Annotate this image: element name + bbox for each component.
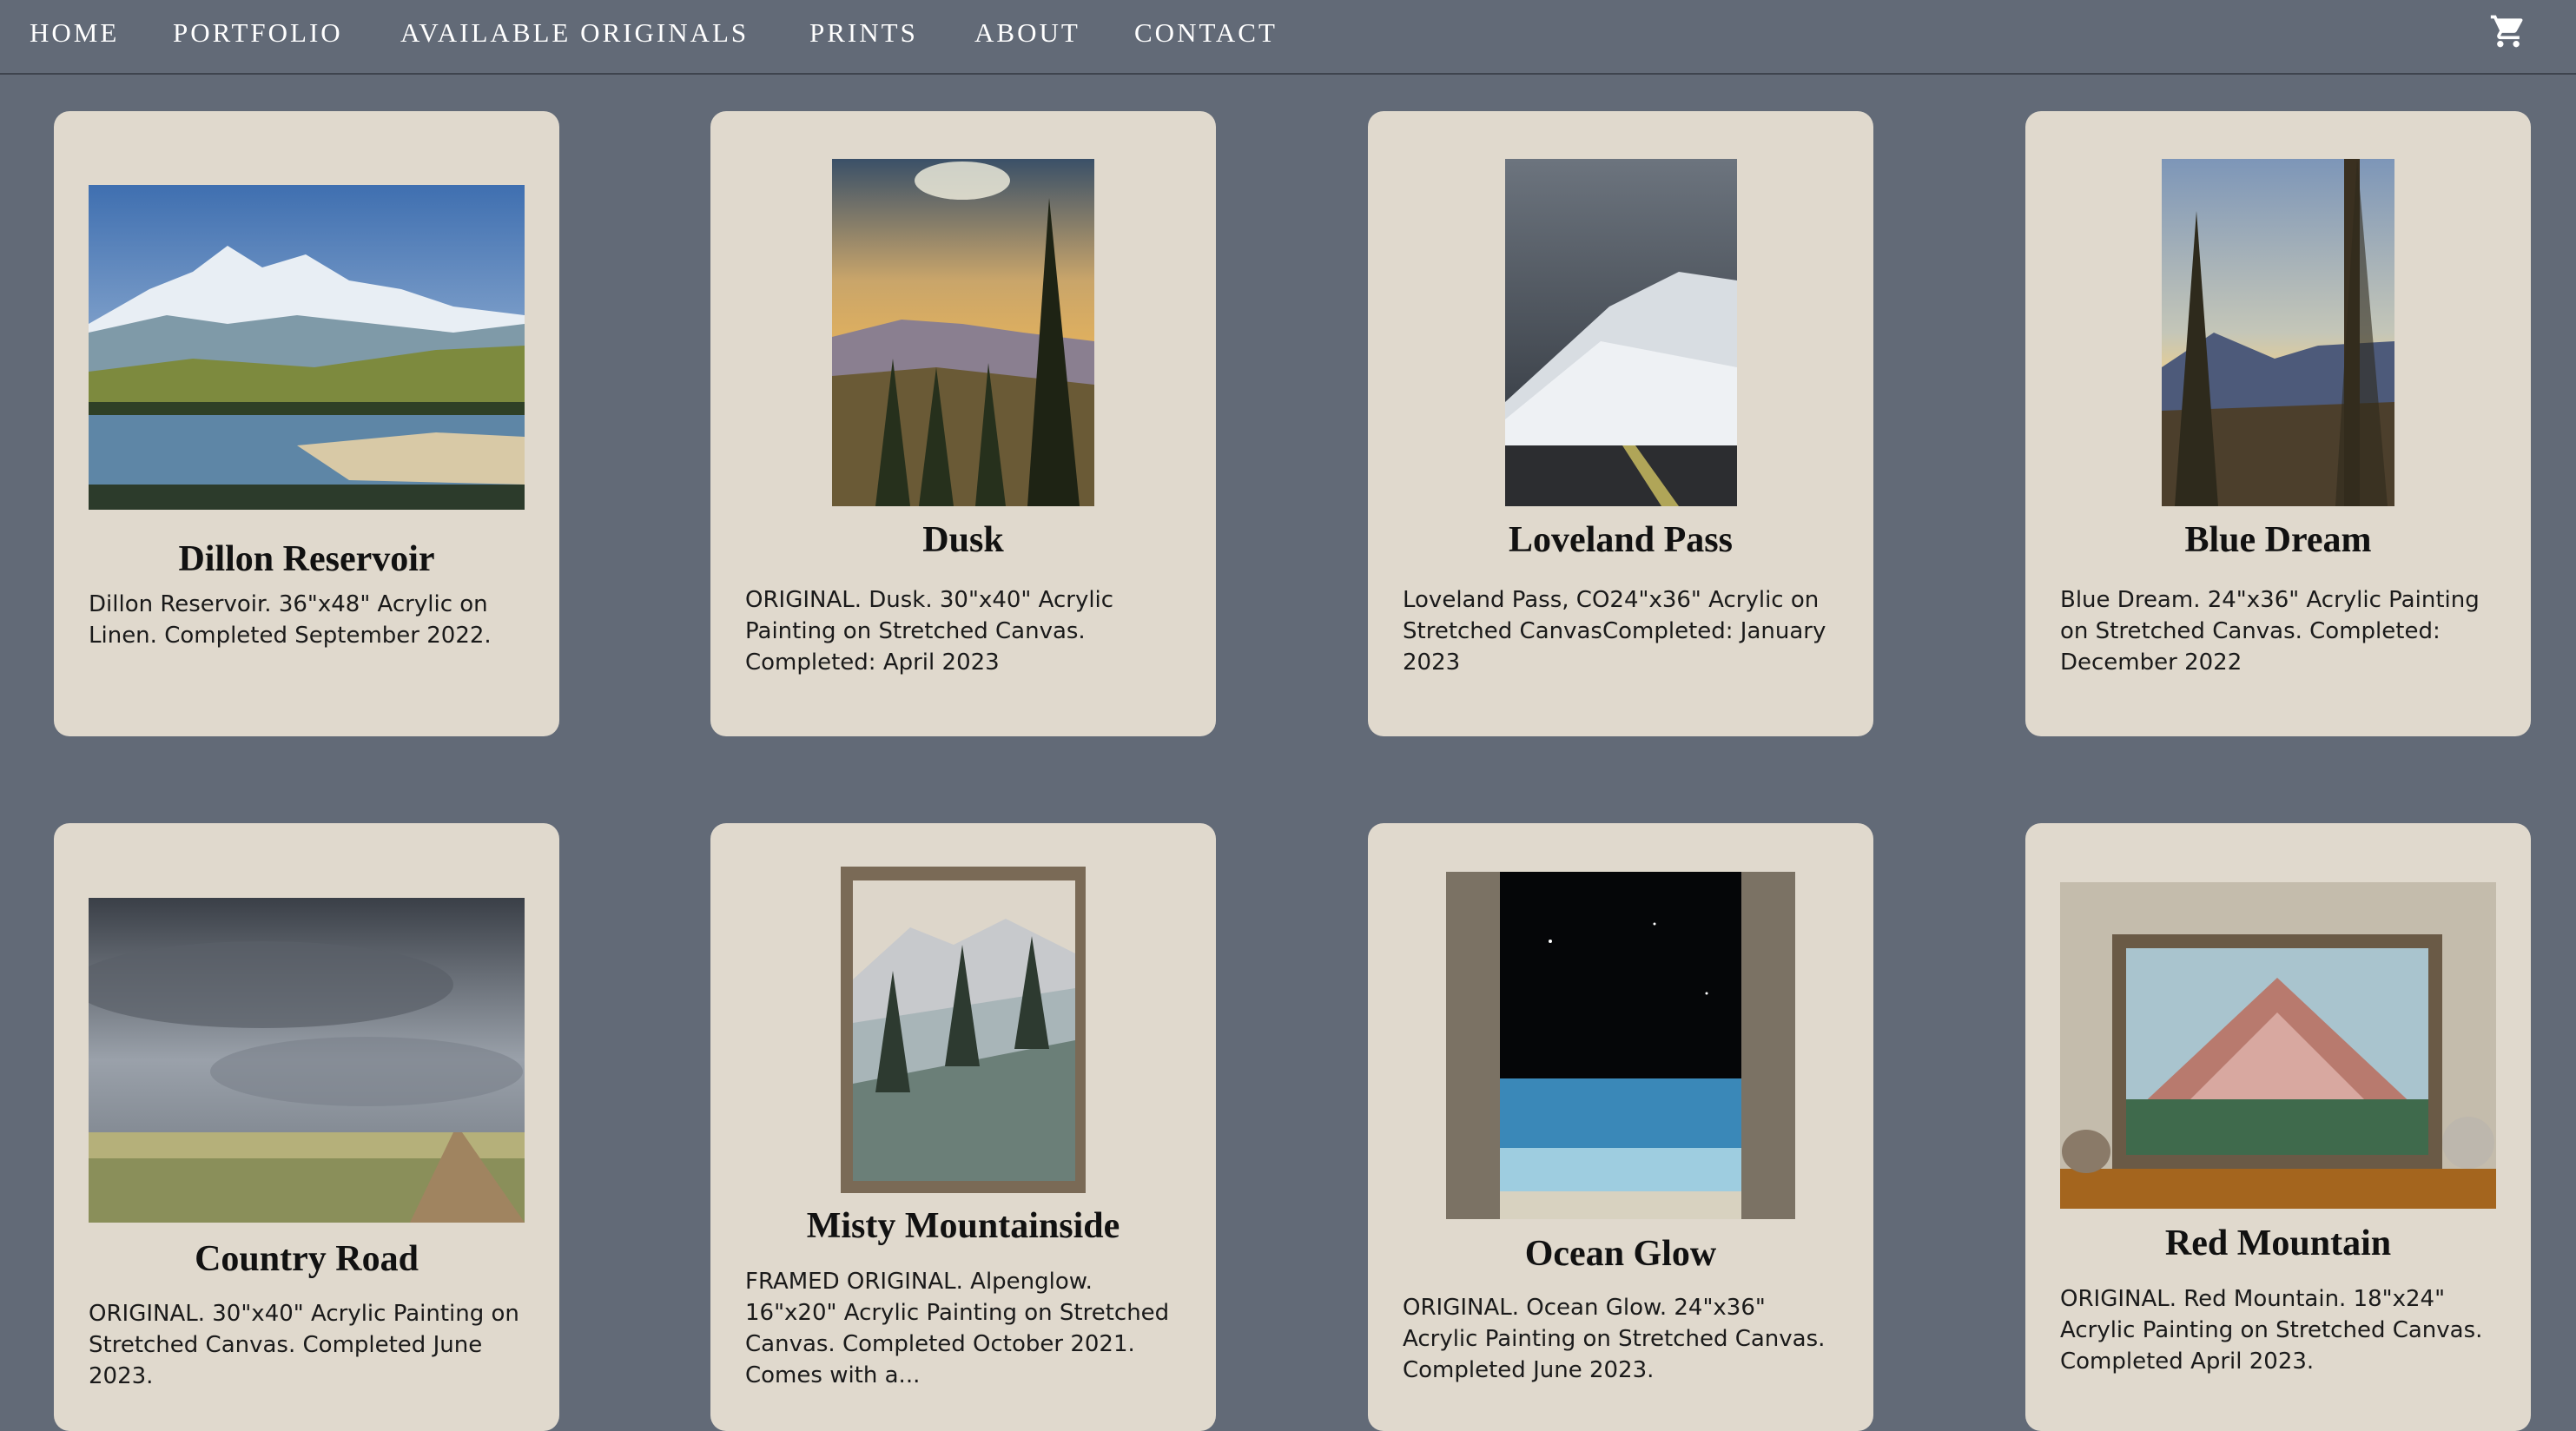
artwork-card[interactable]: Ocean Glow ORIGINAL. Ocean Glow. 24"x36"… [1368,823,1873,1431]
top-navigation: HOME PORTFOLIO AVAILABLE ORIGINALS PRINT… [0,0,2576,75]
artwork-title[interactable]: Red Mountain [2025,1223,2531,1264]
artwork-image-dusk[interactable] [832,159,1094,506]
nav-contact-link[interactable]: CONTACT [1134,0,1278,66]
artwork-description: ORIGINAL. Red Mountain. 18"x24" Acrylic … [2060,1286,2483,1375]
artwork-description: Blue Dream. 24"x36" Acrylic Painting on … [2060,587,2480,676]
artwork-card[interactable]: Dillon Reservoir Dillon Reservoir. 36"x4… [54,111,559,736]
artwork-image-dillon-reservoir[interactable] [89,185,525,510]
artwork-title[interactable]: Misty Mountainside [710,1205,1216,1247]
artwork-title[interactable]: Country Road [54,1238,559,1280]
artwork-card[interactable]: Country Road ORIGINAL. 30"x40" Acrylic P… [54,823,559,1431]
artwork-title[interactable]: Ocean Glow [1368,1233,1873,1275]
artwork-description: ORIGINAL. Ocean Glow. 24"x36" Acrylic Pa… [1403,1295,1826,1383]
nav-prints-link[interactable]: PRINTS [809,0,918,66]
nav-available-originals-link[interactable]: AVAILABLE ORIGINALS [400,0,749,66]
artwork-image-ocean-glow[interactable] [1446,872,1795,1219]
artwork-card[interactable]: Misty Mountainside FRAMED ORIGINAL. Alpe… [710,823,1216,1431]
artwork-description: ORIGINAL. Dusk. 30"x40" Acrylic Painting… [745,587,1114,676]
artwork-description: Dillon Reservoir. 36"x48" Acrylic on Lin… [89,591,492,649]
artwork-card[interactable]: Dusk ORIGINAL. Dusk. 30"x40" Acrylic Pai… [710,111,1216,736]
artwork-title[interactable]: Dusk [710,519,1216,561]
artwork-card[interactable]: Blue Dream Blue Dream. 24"x36" Acrylic P… [2025,111,2531,736]
artwork-image-misty-mountainside[interactable] [841,867,1086,1193]
artwork-description: Loveland Pass, CO24"x36" Acrylic on Stre… [1403,587,1826,676]
artwork-image-country-road[interactable] [89,898,525,1223]
artwork-title[interactable]: Loveland Pass [1368,519,1873,561]
artwork-image-red-mountain[interactable] [2060,882,2496,1209]
artwork-card[interactable]: Loveland Pass Loveland Pass, CO24"x36" A… [1368,111,1873,736]
artwork-image-blue-dream[interactable] [2162,159,2394,506]
nav-portfolio-link[interactable]: PORTFOLIO [173,0,343,66]
artwork-title[interactable]: Dillon Reservoir [54,538,559,580]
artwork-card[interactable]: Red Mountain ORIGINAL. Red Mountain. 18"… [2025,823,2531,1431]
artwork-image-loveland-pass[interactable] [1505,159,1737,506]
artwork-title[interactable]: Blue Dream [2025,519,2531,561]
shopping-cart-icon[interactable] [2489,12,2527,50]
artwork-description: ORIGINAL. 30"x40" Acrylic Painting on St… [89,1301,519,1389]
nav-about-link[interactable]: ABOUT [974,0,1080,66]
nav-home-link[interactable]: HOME [30,0,119,66]
artwork-description: FRAMED ORIGINAL. Alpenglow. 16"x20" Acry… [745,1269,1170,1388]
